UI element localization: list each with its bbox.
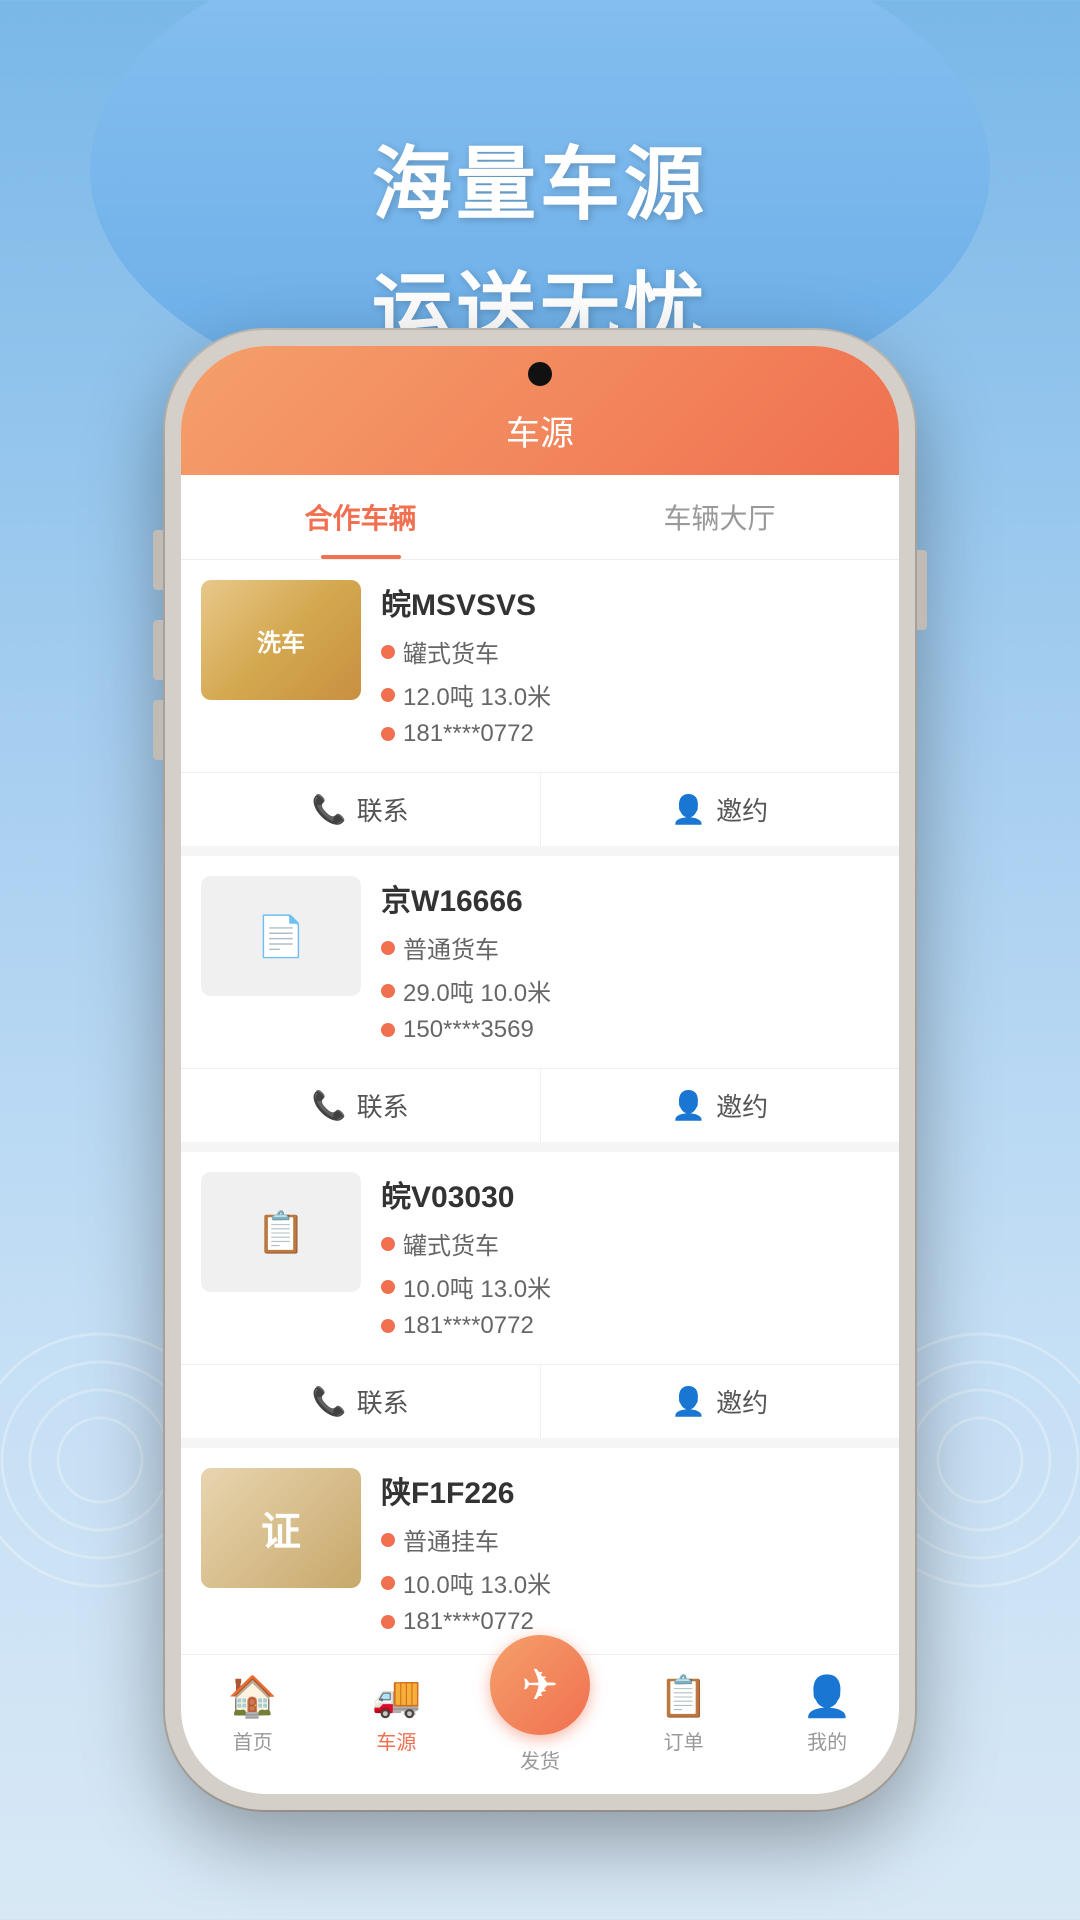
- vehicle-card-3: 皖V03030 罐式货车 10.0吨 13.0米: [181, 1152, 899, 1438]
- app-screen: 车源 合作车辆 车辆大厅: [181, 346, 899, 1794]
- vehicle-details-2: 京W16666 普通货车 29.0吨 10.0米: [381, 876, 879, 1052]
- nav-label-home: 首页: [233, 1726, 273, 1755]
- vehicle-phone-3: 181****0772: [381, 1312, 879, 1340]
- vehicle-actions-3: 📞 联系 👤 邀约: [181, 1364, 899, 1438]
- hero-line1: 海量车源: [0, 120, 1080, 236]
- vehicles-icon: 🚚: [371, 1673, 421, 1720]
- vehicle-size-2: 29.0吨 10.0米: [381, 973, 879, 1008]
- dot-icon: [381, 1615, 395, 1629]
- bottom-nav: 🏠 首页 🚚 车源 ✈ 发货 📋 订单: [181, 1654, 899, 1794]
- vehicle-image-3: [201, 1172, 361, 1292]
- vehicle-info-3: 皖V03030 罐式货车 10.0吨 13.0米: [181, 1152, 899, 1364]
- vehicle-info-4: 陕F1F226 普通挂车 10.0吨 13.0米: [181, 1448, 899, 1654]
- vehicle-card-2: 京W16666 普通货车 29.0吨 10.0米: [181, 856, 899, 1142]
- invite-icon: 👤: [671, 1089, 706, 1122]
- vehicle-plate-3: 皖V03030: [381, 1172, 879, 1216]
- phone-screen-container: 车源 合作车辆 车辆大厅: [181, 346, 899, 1794]
- ship-fab-button[interactable]: ✈: [490, 1635, 590, 1735]
- vehicle-type-1: 罐式货车: [381, 634, 879, 669]
- contact-btn-3[interactable]: 📞 联系: [181, 1365, 541, 1438]
- vehicle-type-4: 普通挂车: [381, 1522, 879, 1557]
- vehicle-size-4: 10.0吨 13.0米: [381, 1565, 879, 1600]
- vehicle-actions-1: 📞 联系 👤 邀约: [181, 772, 899, 846]
- dot-icon: [381, 1533, 395, 1547]
- vehicle-details-3: 皖V03030 罐式货车 10.0吨 13.0米: [381, 1172, 879, 1348]
- vehicle-card-4: 陕F1F226 普通挂车 10.0吨 13.0米: [181, 1448, 899, 1654]
- invite-btn-3[interactable]: 👤 邀约: [541, 1365, 900, 1438]
- mine-icon: 👤: [802, 1673, 852, 1720]
- invite-icon: 👤: [671, 1385, 706, 1418]
- invite-icon: 👤: [671, 793, 706, 826]
- nav-label-mine: 我的: [807, 1726, 847, 1755]
- vehicle-type-2: 普通货车: [381, 930, 879, 965]
- dot-icon: [381, 1237, 395, 1251]
- header-title: 车源: [211, 406, 869, 455]
- dot-icon: [381, 645, 395, 659]
- invite-btn-2[interactable]: 👤 邀约: [541, 1069, 900, 1142]
- vehicle-details-1: 皖MSVSVS 罐式货车 12.0吨 13.0米: [381, 580, 879, 756]
- contact-btn-1[interactable]: 📞 联系: [181, 773, 541, 846]
- hero-text: 海量车源 运送无忧: [0, 120, 1080, 362]
- phone-device: 车源 合作车辆 车辆大厅: [165, 330, 915, 1810]
- vehicle-plate-2: 京W16666: [381, 876, 879, 920]
- vehicle-info-1: 皖MSVSVS 罐式货车 12.0吨 13.0米: [181, 560, 899, 772]
- phone-icon: 📞: [312, 793, 347, 826]
- phone-icon: 📞: [312, 1385, 347, 1418]
- tab-bar: 合作车辆 车辆大厅: [181, 475, 899, 560]
- home-icon: 🏠: [228, 1673, 278, 1720]
- nav-label-ship: 发货: [520, 1745, 560, 1774]
- orders-icon: 📋: [659, 1673, 709, 1720]
- invite-btn-1[interactable]: 👤 邀约: [541, 773, 900, 846]
- vehicle-phone-1: 181****0772: [381, 720, 879, 748]
- dot-icon: [381, 727, 395, 741]
- vehicle-details-4: 陕F1F226 普通挂车 10.0吨 13.0米: [381, 1468, 879, 1644]
- vehicle-phone-4: 181****0772: [381, 1608, 879, 1636]
- vehicle-plate-1: 皖MSVSVS: [381, 580, 879, 624]
- nav-label-vehicles: 车源: [376, 1726, 416, 1755]
- vehicle-phone-2: 150****3569: [381, 1016, 879, 1044]
- phone-icon: 📞: [312, 1089, 347, 1122]
- tab-hall[interactable]: 车辆大厅: [540, 475, 899, 559]
- camera-notch: [528, 362, 552, 386]
- vehicle-size-1: 12.0吨 13.0米: [381, 677, 879, 712]
- nav-item-orders[interactable]: 📋 订单: [612, 1665, 756, 1774]
- nav-item-home[interactable]: 🏠 首页: [181, 1665, 325, 1774]
- phone-frame: 车源 合作车辆 车辆大厅: [165, 330, 915, 1810]
- ship-icon: ✈: [522, 1660, 559, 1711]
- contact-btn-2[interactable]: 📞 联系: [181, 1069, 541, 1142]
- vehicle-type-3: 罐式货车: [381, 1226, 879, 1261]
- dot-icon: [381, 1576, 395, 1590]
- vehicle-size-3: 10.0吨 13.0米: [381, 1269, 879, 1304]
- vehicle-image-4: [201, 1468, 361, 1588]
- vehicle-actions-2: 📞 联系 👤 邀约: [181, 1068, 899, 1142]
- vehicle-image-2: [201, 876, 361, 996]
- vehicle-plate-4: 陕F1F226: [381, 1468, 879, 1512]
- vehicle-image-1: [201, 580, 361, 700]
- vehicle-list: 皖MSVSVS 罐式货车 12.0吨 13.0米: [181, 560, 899, 1654]
- dot-icon: [381, 1023, 395, 1037]
- dot-icon: [381, 1319, 395, 1333]
- dot-icon: [381, 941, 395, 955]
- dot-icon: [381, 984, 395, 998]
- nav-label-orders: 订单: [664, 1726, 704, 1755]
- tab-cooperation[interactable]: 合作车辆: [181, 475, 540, 559]
- vehicle-card-1: 皖MSVSVS 罐式货车 12.0吨 13.0米: [181, 560, 899, 846]
- vehicle-info-2: 京W16666 普通货车 29.0吨 10.0米: [181, 856, 899, 1068]
- nav-item-ship[interactable]: ✈ 发货: [468, 1635, 612, 1774]
- nav-item-mine[interactable]: 👤 我的: [755, 1665, 899, 1774]
- app-header: 车源: [181, 346, 899, 475]
- nav-item-vehicles[interactable]: 🚚 车源: [325, 1665, 469, 1774]
- dot-icon: [381, 1280, 395, 1294]
- dot-icon: [381, 688, 395, 702]
